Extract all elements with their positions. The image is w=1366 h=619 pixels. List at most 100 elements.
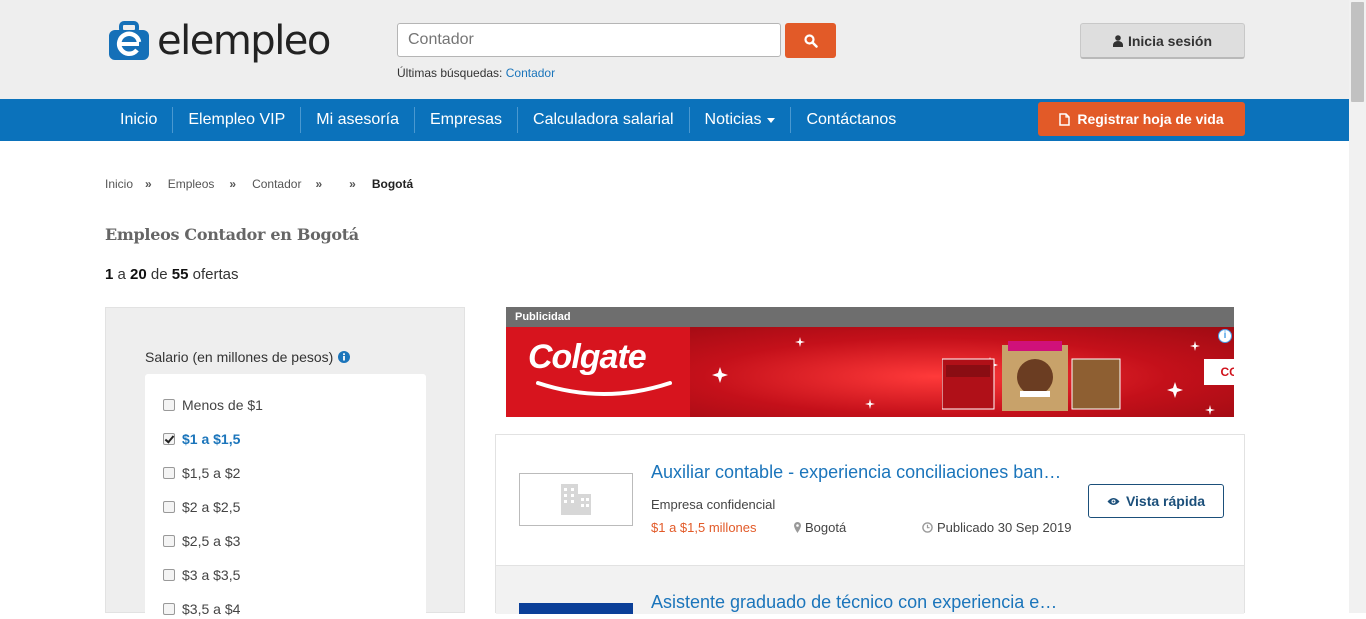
recent-searches: Últimas búsquedas: Contador xyxy=(397,66,555,80)
ad-label: Publicidad xyxy=(506,307,1234,327)
ad-brand-swoosh xyxy=(536,381,672,396)
breadcrumb-separator: » xyxy=(315,177,323,191)
salary-option-1-5-a-2[interactable]: $1,5 a $2 xyxy=(163,463,240,483)
checkbox[interactable] xyxy=(163,399,175,411)
salary-option-label: $3 a $3,5 xyxy=(182,567,241,583)
nav-item-noticias-label: Noticias xyxy=(704,111,762,128)
salary-option-label: Menos de $1 xyxy=(182,397,263,413)
main-nav: Inicio Elempleo VIP Mi asesoría Empresas… xyxy=(0,99,1349,141)
breadcrumb-separator: » xyxy=(229,177,237,191)
salary-option-3-a-3-5[interactable]: $3 a $3,5 xyxy=(163,565,240,585)
job-title-link[interactable]: Asistente graduado de técnico con experi… xyxy=(651,592,1057,613)
salary-option-label: $1 a $1,5 xyxy=(182,431,241,447)
product-packs-image xyxy=(942,341,1121,411)
nav-item-calculadora-salarial[interactable]: Calculadora salarial xyxy=(517,107,689,133)
ad-banner[interactable]: Colgate CO i xyxy=(506,327,1234,417)
salary-filter-options: Menos de $1 $1 a $1,5 $1,5 a $2 $2 a $2,… xyxy=(145,374,426,619)
logo-text: elempleo xyxy=(157,18,331,64)
elempleo-logo-icon xyxy=(109,21,149,60)
recent-search-link[interactable]: Contador xyxy=(506,66,555,80)
checkbox[interactable] xyxy=(163,569,175,581)
user-icon xyxy=(1112,34,1123,47)
checkbox[interactable] xyxy=(163,501,175,513)
salary-option-label: $2 a $2,5 xyxy=(182,499,241,515)
job-published-date: Publicado 30 Sep 2019 xyxy=(922,520,1071,535)
results-to: 20 xyxy=(130,266,147,283)
search-button[interactable] xyxy=(785,23,836,58)
clock-icon xyxy=(922,522,933,533)
nav-item-noticias[interactable]: Noticias xyxy=(688,107,791,133)
document-icon xyxy=(1059,112,1071,126)
results-de: de xyxy=(150,266,168,283)
nav-item-mi-asesoria[interactable]: Mi asesoría xyxy=(300,107,414,133)
building-icon xyxy=(561,484,591,515)
login-label: Inicia sesión xyxy=(1127,32,1213,49)
breadcrumb-item-inicio[interactable]: Inicio xyxy=(105,177,133,191)
results-count: 1 a 20 de 55 ofertas xyxy=(105,266,238,283)
caret-down-icon xyxy=(767,117,776,123)
ad-cta-button[interactable]: COMPRA Y BRILLA xyxy=(1204,359,1234,385)
job-list: Auxiliar contable - experiencia concilia… xyxy=(495,434,1245,614)
page-title: Empleos Contador en Bogotá xyxy=(105,225,359,244)
salary-option-2-a-2-5[interactable]: $2 a $2,5 xyxy=(163,497,240,517)
recent-searches-label: Últimas búsquedas: xyxy=(397,66,503,80)
salary-option-label: $2,5 a $3 xyxy=(182,533,241,549)
nav-item-elempleo-vip[interactable]: Elempleo VIP xyxy=(172,107,300,133)
salary-option-2-5-a-3[interactable]: $2,5 a $3 xyxy=(163,531,240,551)
filters-sidebar: Salario (en millones de pesos) Menos de … xyxy=(105,307,465,619)
info-icon[interactable] xyxy=(338,351,351,363)
salary-option-label: $3,5 a $4 xyxy=(182,601,241,617)
breadcrumb: Inicio » Empleos » Contador » » Bogotá xyxy=(105,177,413,191)
job-card[interactable]: Auxiliar contable - experiencia concilia… xyxy=(496,435,1244,566)
job-card[interactable]: Asistente graduado de técnico con experi… xyxy=(496,566,1244,614)
checkbox[interactable] xyxy=(163,603,175,615)
ad-artwork: COMPRA Y BRILLA xyxy=(690,327,1234,417)
ad-brand-panel: Colgate xyxy=(506,327,690,417)
job-salary: $1 a $1,5 millones xyxy=(651,520,757,535)
job-date-label: Publicado 30 Sep 2019 xyxy=(937,520,1072,535)
search-icon xyxy=(803,33,818,48)
job-title-link[interactable]: Auxiliar contable - experiencia concilia… xyxy=(651,462,1061,483)
job-company: Empresa confidencial xyxy=(651,497,776,512)
results-from: 1 xyxy=(105,266,114,283)
job-city-label: Bogotá xyxy=(805,520,847,535)
map-marker-icon xyxy=(794,522,801,533)
salary-option-menos-de-1[interactable]: Menos de $1 xyxy=(163,395,263,415)
login-button[interactable]: Inicia sesión xyxy=(1080,23,1245,59)
company-logo xyxy=(519,603,633,614)
salary-option-1-a-1-5[interactable]: $1 a $1,5 xyxy=(163,429,240,449)
register-cv-label: Registrar hoja de vida xyxy=(1077,111,1224,127)
checkbox[interactable] xyxy=(163,467,175,479)
scrollbar-thumb[interactable] xyxy=(1351,2,1364,102)
advertisement: Publicidad Colgate CO i xyxy=(506,307,1234,417)
nav-item-empresas[interactable]: Empresas xyxy=(414,107,517,133)
salary-option-3-5-a-4[interactable]: $3,5 a $4 xyxy=(163,599,240,619)
checkbox[interactable] xyxy=(163,535,175,547)
ad-cta-label: COMPRA Y BRILLA xyxy=(1220,365,1234,379)
nav-item-contactanos[interactable]: Contáctanos xyxy=(790,107,911,133)
breadcrumb-separator: » xyxy=(349,177,356,191)
breadcrumb-separator: » xyxy=(145,177,152,191)
company-logo-placeholder xyxy=(519,473,633,526)
breadcrumb-item-empleos[interactable]: Empleos xyxy=(168,177,215,191)
breadcrumb-item-bogota: Bogotá xyxy=(371,177,414,191)
results-a: a xyxy=(117,266,126,283)
results-total: 55 xyxy=(171,266,189,283)
elempleo-logo[interactable]: elempleo xyxy=(105,17,331,65)
salary-filter-title: Salario (en millones de pesos) xyxy=(145,349,351,365)
nav-item-inicio[interactable]: Inicio xyxy=(105,107,172,133)
quick-view-label: Vista rápida xyxy=(1125,493,1206,509)
job-location: Bogotá xyxy=(794,520,846,535)
quick-view-button[interactable]: Vista rápida xyxy=(1088,484,1224,518)
checkbox-checked[interactable] xyxy=(163,433,175,445)
eye-icon xyxy=(1107,497,1120,505)
ad-brand-logo: Colgate xyxy=(528,338,647,376)
register-cv-button[interactable]: Registrar hoja de vida xyxy=(1038,102,1245,136)
results-suffix: ofertas xyxy=(192,266,239,283)
salary-filter-label: Salario (en millones de pesos) xyxy=(145,349,334,365)
search-input[interactable] xyxy=(397,23,781,57)
ad-info-icon[interactable]: i xyxy=(1218,329,1232,343)
breadcrumb-item-contador[interactable]: Contador xyxy=(252,177,301,191)
salary-option-label: $1,5 a $2 xyxy=(182,465,241,481)
top-header: elempleo Últimas búsquedas: Contador Ini… xyxy=(0,0,1349,99)
